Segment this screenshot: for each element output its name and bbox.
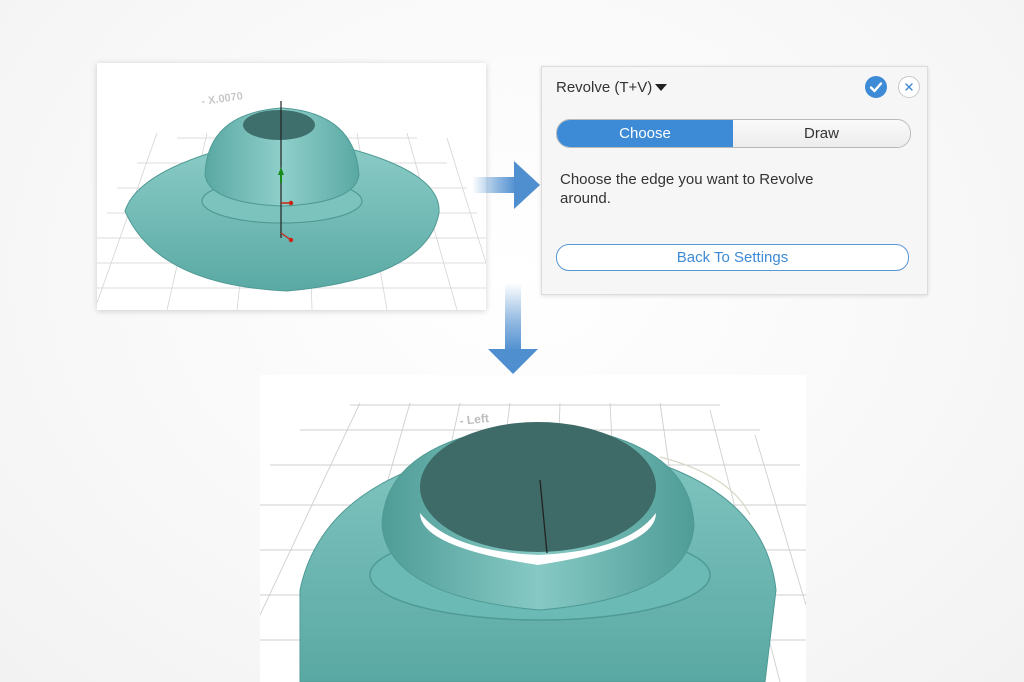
close-button[interactable] bbox=[898, 76, 920, 98]
arrow-right-icon bbox=[472, 161, 540, 209]
panel-header: Revolve (T+V) bbox=[542, 67, 927, 107]
arrow-down-icon bbox=[488, 283, 538, 374]
mode-toggle: Choose Draw bbox=[556, 119, 911, 148]
back-to-settings-button[interactable]: Back To Settings bbox=[556, 244, 909, 271]
tab-draw[interactable]: Draw bbox=[733, 120, 910, 147]
close-icon bbox=[905, 83, 913, 91]
panel-title[interactable]: Revolve (T+V) bbox=[556, 79, 652, 96]
viewport-label: - Left bbox=[459, 411, 490, 428]
checkmark-icon bbox=[869, 82, 883, 93]
confirm-button[interactable] bbox=[865, 76, 887, 98]
tab-choose[interactable]: Choose bbox=[557, 120, 733, 147]
instruction-text: Choose the edge you want to Revolve arou… bbox=[560, 171, 814, 207]
viewport-label: - X.0070 bbox=[201, 90, 244, 108]
revolved-model[interactable] bbox=[299, 422, 777, 682]
viewport-after[interactable]: - Left bbox=[260, 375, 806, 682]
revolve-panel: Revolve (T+V) Choose Draw Choose the edg… bbox=[541, 66, 928, 295]
viewport-before[interactable]: - X.0070 bbox=[97, 63, 486, 310]
model-shape[interactable] bbox=[124, 107, 440, 292]
caret-down-icon[interactable] bbox=[655, 84, 667, 91]
